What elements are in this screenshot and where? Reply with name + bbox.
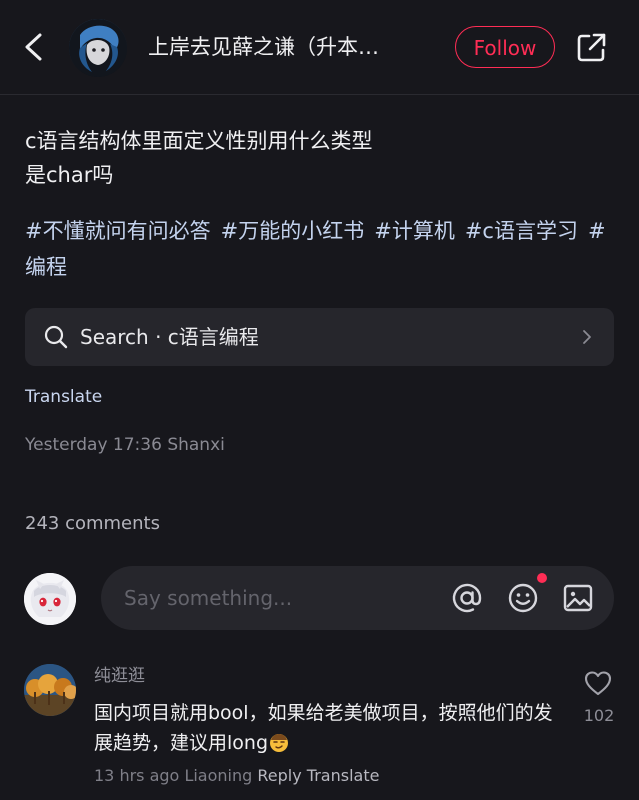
image-icon[interactable] [562, 582, 594, 614]
translate-link[interactable]: Translate [25, 385, 102, 409]
post-meta: Yesterday 17:36 Shanxi [25, 433, 225, 457]
comment-item: 纯逛逛 国内项目就用bool，如果给老美做项目，按照他们的发展趋势，建议用lon… [0, 660, 639, 800]
post-line: c语言结构体里面定义性别用什么类型 [25, 129, 373, 153]
hashtag[interactable]: #万能的小红书 [221, 219, 365, 243]
follow-button[interactable]: Follow [455, 26, 555, 68]
post-location: Shanxi [167, 435, 225, 455]
emoji-icon[interactable] [507, 582, 539, 614]
post-body: c语言结构体里面定义性别用什么类型 是char吗 [25, 124, 620, 192]
comment-meta: 13 hrs ago Liaoning Reply Translate [94, 765, 379, 787]
hashtag[interactable]: #c语言学习 [465, 219, 578, 243]
back-arrow-icon[interactable] [18, 30, 48, 64]
chevron-right-icon [583, 330, 591, 344]
author-name[interactable]: 上岸去见薛之谦（升本… [148, 33, 433, 61]
smug-emoji-icon [270, 734, 289, 752]
comment-text: 国内项目就用bool，如果给老美做项目，按照他们的发展趋势，建议用long [94, 698, 564, 758]
commenter-avatar[interactable] [24, 664, 76, 716]
post-line: 是char吗 [25, 163, 114, 187]
share-icon[interactable] [575, 31, 608, 64]
comment-translate-button[interactable]: Translate [307, 766, 380, 785]
current-user-avatar [24, 573, 76, 625]
comment-body: 国内项目就用bool，如果给老美做项目，按照他们的发展趋势，建议用long [94, 702, 553, 754]
notification-dot [537, 573, 547, 583]
search-icon [44, 325, 68, 349]
hashtag-list: #不懂就问有问必答 #万能的小红书 #计算机 #c语言学习 #编程 [25, 213, 620, 285]
at-icon[interactable] [451, 582, 483, 614]
comment-input[interactable]: Say something... [101, 566, 614, 630]
comment-location: Liaoning [184, 766, 253, 785]
comments-count: 243 comments [25, 513, 160, 534]
post-time: Yesterday 17:36 [25, 435, 162, 455]
reply-button[interactable]: Reply [257, 766, 301, 785]
comment-time: 13 hrs ago [94, 766, 180, 785]
like-count: 102 [583, 706, 615, 725]
hashtag[interactable]: #计算机 [374, 219, 455, 243]
search-label: Search · c语言编程 [80, 325, 259, 349]
hashtag[interactable]: #不懂就问有问必答 [25, 219, 211, 243]
top-bar: 上岸去见薛之谦（升本… Follow [0, 0, 639, 95]
author-avatar[interactable] [69, 19, 127, 77]
commenter-name[interactable]: 纯逛逛 [94, 664, 145, 688]
related-search-bar[interactable]: Search · c语言编程 [25, 308, 614, 366]
comment-placeholder: Say something... [124, 586, 293, 610]
heart-icon[interactable] [583, 668, 613, 698]
